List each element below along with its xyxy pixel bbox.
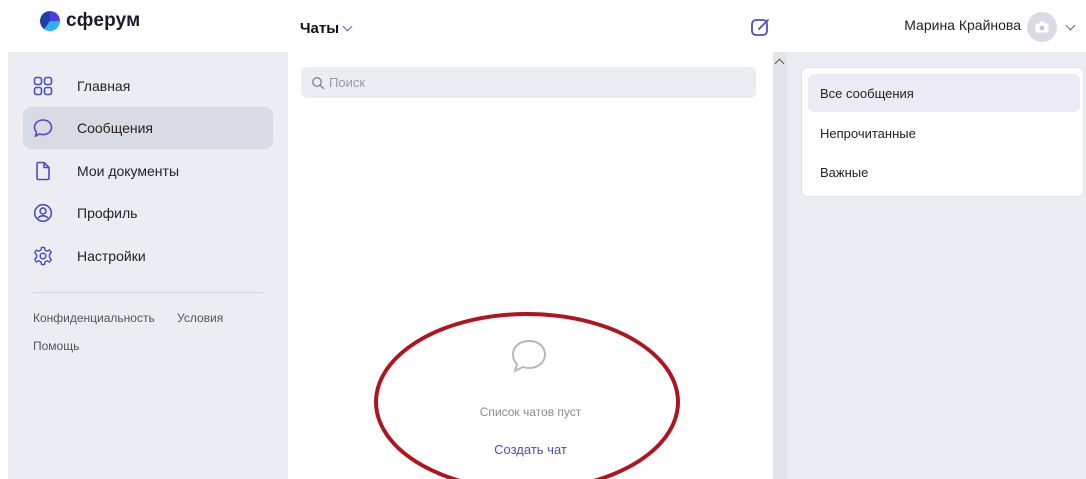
logo-text: сферум [66,10,141,31]
scroll-up-arrow-icon[interactable] [774,58,785,69]
logo[interactable]: сферум [40,10,140,32]
document-icon [36,161,50,181]
chevron-down-icon[interactable] [1065,20,1076,30]
filter-card: Все сообщения Непрочитанные Важные [801,67,1084,197]
chevron-down-icon [342,21,353,32]
chats-title: Чаты [300,20,340,37]
sidebar-item-home[interactable]: Главная [23,65,273,107]
chat-list-panel: Поиск Список чатов пуст Создать чат [288,52,773,479]
filter-panel: Все сообщения Непрочитанные Важные [787,52,1086,479]
filter-important[interactable]: Важные [808,153,1080,191]
terms-link[interactable]: Условия [177,311,223,325]
search-input[interactable]: Поиск [301,67,756,98]
sidebar-divider [33,292,263,293]
sidebar-item-documents[interactable]: Мои документы [23,150,273,192]
avatar[interactable] [1027,12,1057,42]
compose-icon[interactable] [750,16,772,38]
logo-mark-icon [40,11,60,31]
top-header: сферум Чаты Марина Крайнова [0,0,1086,52]
sidebar-item-label: Профиль [77,205,138,221]
sidebar-item-label: Мои документы [77,163,180,179]
apps-grid-icon [33,76,53,96]
sidebar-item-label: Сообщения [77,120,153,136]
sidebar-item-label: Настройки [77,248,146,264]
filter-unread[interactable]: Непрочитанные [808,114,1080,152]
sidebar-item-settings[interactable]: Настройки [23,235,273,277]
sidebar: Главная Сообщения Мои документы Профиль … [8,52,288,479]
camera-icon [1035,21,1049,33]
search-placeholder: Поиск [329,75,366,90]
filter-label: Все сообщения [820,85,914,101]
search-icon [312,76,325,89]
highlight-oval [374,312,680,479]
filter-label: Важные [820,164,869,180]
privacy-link[interactable]: Конфиденциальность [33,311,155,325]
filter-label: Непрочитанные [820,125,916,141]
gear-icon [34,246,52,266]
sidebar-item-messages[interactable]: Сообщения [23,107,273,149]
filter-all-messages[interactable]: Все сообщения [808,74,1080,112]
chats-dropdown[interactable]: Чаты [300,20,353,37]
sidebar-item-profile[interactable]: Профиль [23,192,273,234]
sidebar-item-label: Главная [77,78,131,94]
chat-bubble-icon [33,119,53,138]
user-name: Марина Крайнова [904,17,1021,33]
user-menu[interactable]: Марина Крайнова [904,12,1076,42]
scrollbar[interactable] [773,52,787,479]
profile-icon [33,203,53,223]
help-link[interactable]: Помощь [33,339,79,353]
